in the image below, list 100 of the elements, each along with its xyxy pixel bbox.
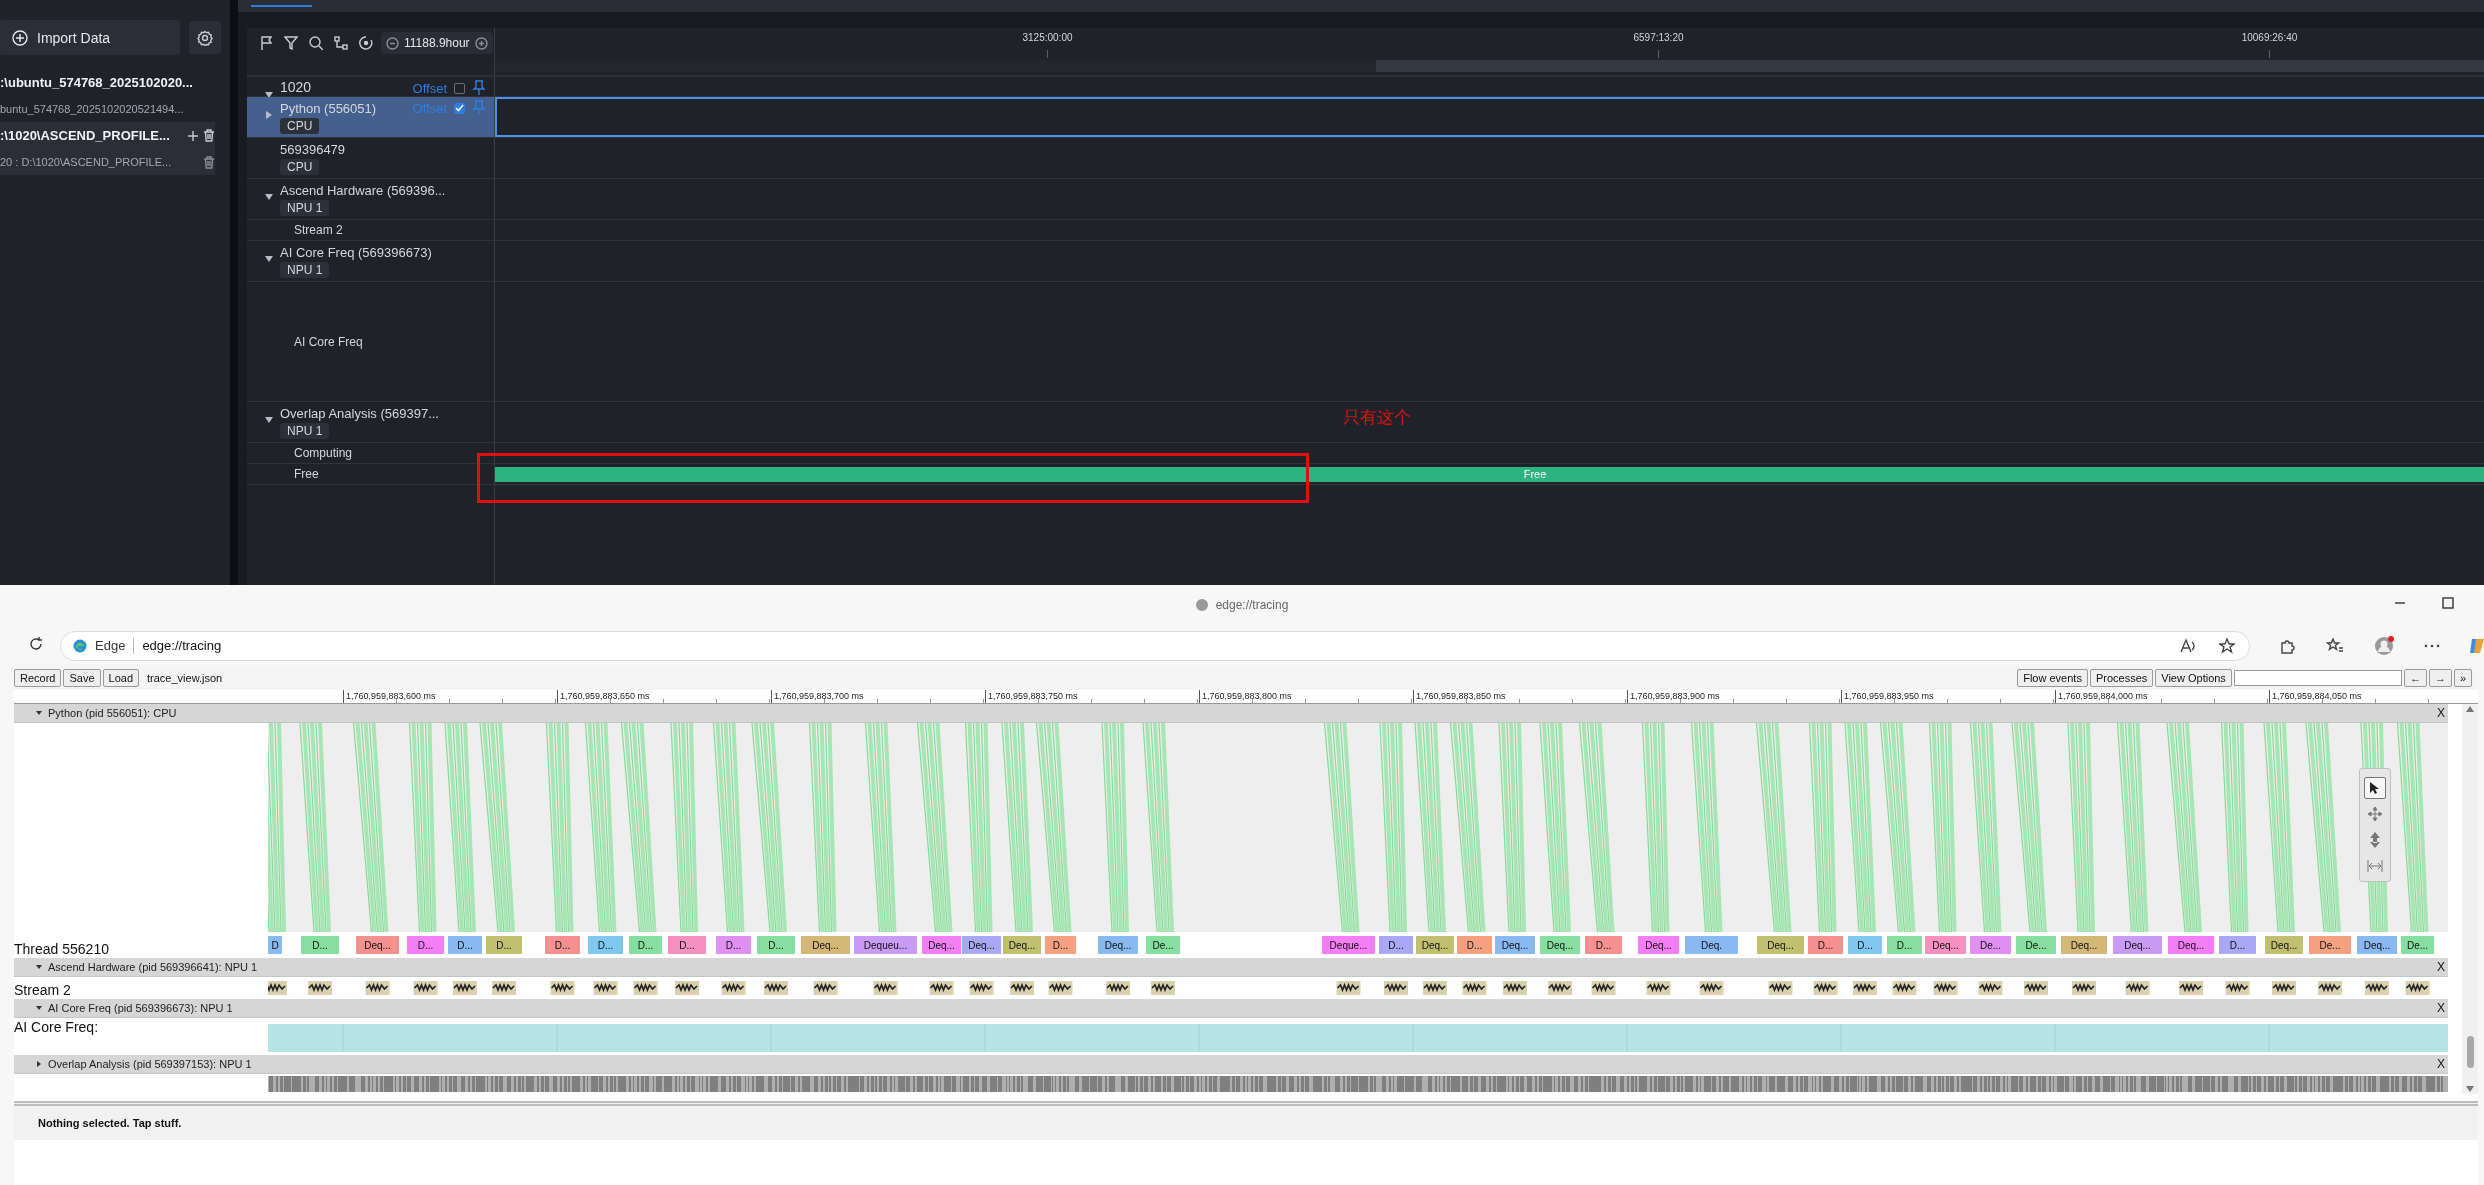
process-header[interactable]: Python (pid 556051): CPU X [14, 704, 2449, 723]
trace-slice[interactable]: De... [2016, 936, 2056, 954]
trace-slice[interactable]: D... [1848, 936, 1882, 954]
ruler-label: 1,760,959,884,050 ms [2272, 690, 2363, 702]
process-label: Overlap Analysis (569397... [280, 405, 439, 421]
trace-slice[interactable]: Deq... [1495, 936, 1535, 954]
trace-slice[interactable]: De... [1146, 936, 1180, 954]
trace-slice[interactable]: D... [629, 936, 662, 954]
trace-slice[interactable]: D... [1808, 936, 1843, 954]
process-label: AI Core Freq (569396673) [280, 244, 432, 260]
project-item[interactable]: :\1020\ASCEND_PROFILE... [0, 122, 215, 149]
trace-slice[interactable]: Deq... [2357, 936, 2397, 954]
trace-slice[interactable]: D... [448, 936, 482, 954]
trace-slice[interactable]: De... [2401, 936, 2434, 954]
project-item[interactable]: :\ubuntu_574768_2025102020... [0, 69, 215, 96]
trace-slice[interactable]: D... [588, 936, 623, 954]
search-field[interactable] [2233, 670, 2402, 686]
device-tag: NPU 1 [280, 261, 330, 278]
trace-slice[interactable]: De... [2309, 936, 2351, 954]
trace-slice[interactable]: Deq... [2061, 936, 2107, 954]
toolbar-button[interactable]: Flow events [2017, 669, 2088, 687]
expand-arrow-icon[interactable] [36, 1005, 42, 1011]
nav-button[interactable]: ← [2403, 669, 2427, 687]
close-track-button[interactable]: X [2434, 960, 2449, 974]
process-label: 569396479 [280, 141, 346, 157]
address-bar[interactable]: Edge edge://tracing [60, 630, 2250, 661]
trace-slice[interactable]: D... [668, 936, 706, 954]
trace-slice[interactable]: Deq. [1685, 936, 1738, 954]
toolbar-button[interactable]: Load [102, 669, 140, 687]
trace-slice[interactable]: Deq... [1638, 936, 1679, 954]
process-row[interactable]: 569396479 CPU [247, 138, 495, 178]
close-track-button[interactable]: X [2434, 706, 2449, 720]
trace-slice[interactable]: Deq... [1003, 936, 1041, 954]
trace-slice[interactable]: D... [1045, 936, 1076, 954]
trace-slice[interactable]: D... [301, 936, 339, 954]
process-row[interactable]: AI Core Freq (569396673) NPU 1 [247, 241, 495, 281]
trace-slice[interactable]: Deque... [1322, 936, 1375, 954]
offset-checkbox[interactable] [454, 102, 465, 114]
process-row[interactable]: Python (556051) CPU Offset [247, 97, 495, 137]
nav-button[interactable]: → [2428, 669, 2452, 687]
expand-arrow-icon[interactable] [36, 1061, 42, 1067]
trace-slice[interactable]: De... [1970, 936, 2011, 954]
project-file-item[interactable]: buntu_574768_2025102020521494... [0, 96, 215, 122]
trace-slice[interactable]: D... [757, 936, 795, 954]
process-row[interactable]: Overlap Analysis (569397... NPU 1 [247, 402, 495, 442]
offset-checkbox[interactable] [454, 82, 465, 94]
toolbar-button[interactable]: Processes [2089, 669, 2154, 687]
copilot-icon[interactable] [2470, 636, 2484, 655]
maximize-button[interactable] [2442, 597, 2454, 612]
trace-slice[interactable]: D... [545, 936, 580, 954]
trace-slice[interactable]: D... [1457, 936, 1492, 954]
trace-slice[interactable]: D [268, 936, 282, 954]
trace-slice[interactable]: Deq... [1757, 936, 1804, 954]
trace-slice[interactable]: Deq... [2265, 936, 2303, 954]
trace-slice[interactable]: Deq... [2168, 936, 2214, 954]
trace-slice[interactable]: Deq... [356, 936, 399, 954]
project-file-item[interactable]: 20 : D:\1020\ASCEND_PROFILE... [0, 149, 215, 175]
mouse-mode-button[interactable] [2364, 777, 2386, 799]
toolbar-button[interactable]: View Options [2155, 669, 2232, 687]
process-header[interactable]: Overlap Analysis (pid 569397153): NPU 1 X [14, 1055, 2449, 1074]
device-tag: CPU [280, 158, 320, 175]
zoom-control[interactable]: 11188.9hour [381, 32, 493, 54]
profile-icon[interactable] [2374, 635, 2394, 656]
trace-slice[interactable]: Deq... [1540, 936, 1580, 954]
trace-slice[interactable]: Deq... [1925, 936, 1966, 954]
close-track-button[interactable]: X [2434, 1057, 2449, 1071]
trace-slice[interactable]: Deq... [1098, 936, 1138, 954]
expand-arrow-icon[interactable] [265, 193, 273, 201]
trace-slice[interactable]: D... [1585, 936, 1622, 954]
import-data-button[interactable]: Import Data [0, 20, 180, 55]
vertical-scrollbar[interactable] [2462, 704, 2478, 1094]
expand-arrow-icon[interactable] [36, 964, 42, 970]
trace-slice[interactable]: Deq... [1416, 936, 1454, 954]
overview-scrollbar[interactable] [495, 60, 2484, 72]
filter-icon [284, 36, 298, 50]
process-header[interactable]: AI Core Freq (pid 569396673): NPU 1 X [14, 999, 2449, 1018]
expand-arrow-icon[interactable] [265, 91, 273, 99]
trace-slice[interactable]: Deq... [962, 936, 1001, 954]
trace-slice[interactable]: Dequeu... [854, 936, 917, 954]
trace-slice[interactable]: D... [486, 936, 522, 954]
trace-slice[interactable]: Deq... [2113, 936, 2162, 954]
trace-slice[interactable]: D... [407, 936, 444, 954]
trace-slice[interactable]: Deq... [922, 936, 961, 954]
settings-button[interactable] [189, 21, 221, 54]
scrollbar-thumb[interactable] [2466, 1036, 2474, 1068]
trace-slice[interactable]: D... [1379, 936, 1413, 954]
expand-arrow-icon[interactable] [265, 416, 273, 424]
trace-slice[interactable]: D... [2219, 936, 2256, 954]
toolbar-button[interactable]: Save [63, 669, 101, 687]
trace-slice[interactable]: D... [716, 936, 751, 954]
nav-button[interactable]: » [2453, 669, 2472, 687]
close-track-button[interactable]: X [2434, 1001, 2449, 1015]
process-row[interactable]: Ascend Hardware (569396... NPU 1 [247, 179, 495, 219]
trace-slice[interactable]: D... [1887, 936, 1922, 954]
expand-arrow-icon[interactable] [36, 710, 42, 716]
expand-arrow-icon[interactable] [265, 255, 273, 263]
trace-slice[interactable]: Deq... [801, 936, 850, 954]
process-header[interactable]: Ascend Hardware (pid 569396641): NPU 1 X [14, 958, 2449, 977]
toolbar-button[interactable]: Record [14, 669, 62, 687]
offset-link[interactable]: Offset [412, 80, 447, 96]
